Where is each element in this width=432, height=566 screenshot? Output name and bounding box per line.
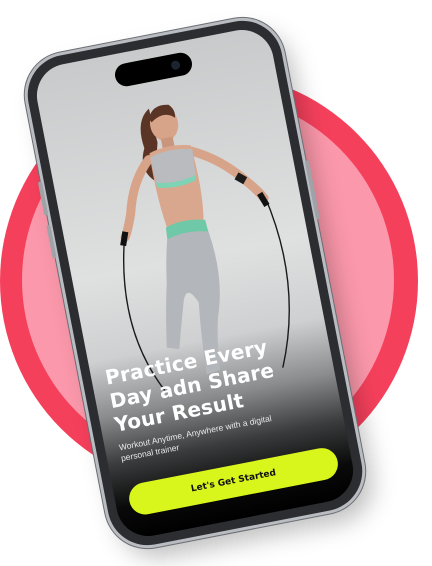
phone-mockup: Practice Every Day adn Share Your Result… — [20, 13, 370, 553]
camera-icon — [170, 59, 181, 71]
